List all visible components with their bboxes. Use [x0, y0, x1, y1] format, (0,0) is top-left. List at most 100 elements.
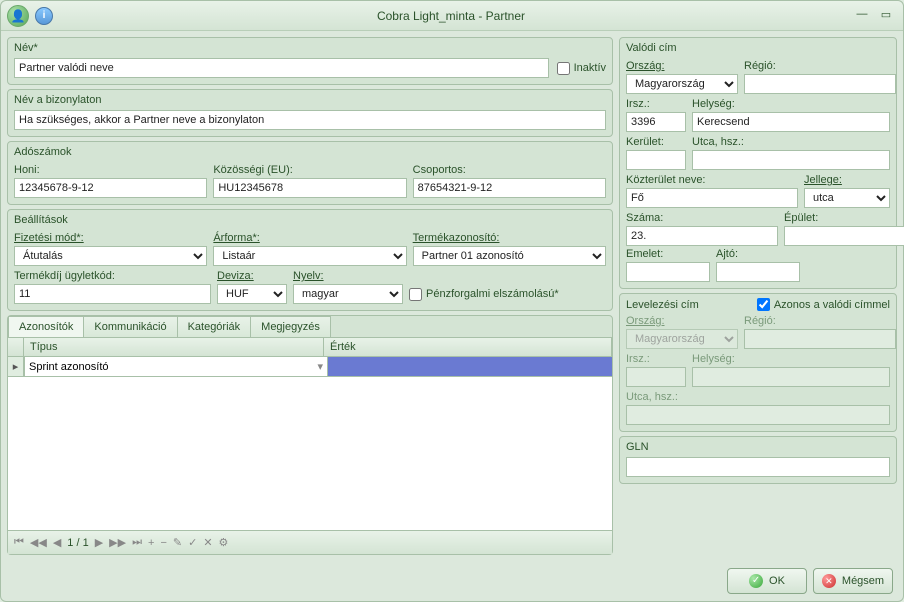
grid-header: Típus Érték: [8, 338, 612, 357]
window-title: Cobra Light_minta - Partner: [53, 9, 849, 23]
beallitasok-group-title: Beállítások: [14, 212, 606, 230]
termekdij-label: Termékdíj ügyletkód:: [14, 270, 211, 282]
dropdown-icon[interactable]: ▾: [317, 360, 323, 373]
titlebar: 👤 i Cobra Light_minta - Partner — ▭: [1, 1, 903, 31]
bizonylat-name-input[interactable]: [14, 110, 606, 130]
pager-add-icon[interactable]: +: [148, 537, 154, 549]
inactive-checkbox[interactable]: [557, 62, 570, 75]
name-group: Név* Inaktív: [7, 37, 613, 85]
pager-settings-icon[interactable]: ⚙: [219, 536, 229, 549]
utcahsz-input[interactable]: [692, 150, 890, 170]
lev-helyseg-input: [692, 367, 890, 387]
epulet-label: Épület:: [784, 212, 904, 224]
regio-label: Régió:: [744, 60, 896, 72]
info-icon[interactable]: i: [35, 7, 53, 25]
pager-prev-icon[interactable]: ◀: [53, 536, 61, 549]
valodi-cim-group: Valódi cím Ország: Magyarország Régió: I…: [619, 37, 897, 289]
ajto-label: Ajtó:: [716, 248, 800, 260]
pager-cancel-icon[interactable]: ✕: [203, 536, 212, 549]
maximize-button[interactable]: ▭: [875, 8, 897, 24]
tab-megjegyzes[interactable]: Megjegyzés: [251, 316, 331, 337]
inactive-checkbox-label[interactable]: Inaktív: [557, 62, 606, 75]
pager-remove-icon[interactable]: −: [160, 537, 166, 549]
penzforg-label: Pénzforgalmi elszámolású*: [426, 288, 559, 300]
ok-button[interactable]: OK: [727, 568, 807, 594]
lev-irsz-input: [626, 367, 686, 387]
lev-regio-input: [744, 329, 896, 349]
pager-last-icon[interactable]: ⏭: [132, 536, 142, 549]
helyseg-input[interactable]: [692, 112, 890, 132]
eu-label: Közösségi (EU):: [213, 164, 406, 176]
jellege-select[interactable]: utca: [804, 188, 890, 208]
nyelv-select[interactable]: magyar: [293, 284, 403, 304]
adoszam-group-title: Adószámok: [14, 144, 606, 162]
tab-azonositok[interactable]: Azonosítók: [8, 316, 84, 338]
arforma-label[interactable]: Árforma*:: [213, 232, 406, 244]
lev-helyseg-label: Helység:: [692, 353, 890, 365]
gln-input[interactable]: [626, 457, 890, 477]
orszag-label[interactable]: Ország:: [626, 60, 738, 72]
nyelv-label[interactable]: Nyelv:: [293, 270, 403, 282]
cancel-button[interactable]: Mégsem: [813, 568, 893, 594]
termekdij-input[interactable]: [14, 284, 211, 304]
termekaz-label[interactable]: Termékazonosító:: [413, 232, 606, 244]
deviza-select[interactable]: HUF: [217, 284, 287, 304]
kerulet-input[interactable]: [626, 150, 686, 170]
grid-cell-value[interactable]: [328, 357, 612, 377]
arforma-select[interactable]: Listaár: [213, 246, 406, 266]
pager-position: 1 / 1: [67, 537, 88, 549]
tab-kommunikacio[interactable]: Kommunikáció: [84, 316, 177, 337]
tabs-container: Azonosítók Kommunikáció Kategóriák Megje…: [7, 315, 613, 555]
irsz-label: Irsz.:: [626, 98, 686, 110]
tab-kategoriak[interactable]: Kategóriák: [178, 316, 252, 337]
minimize-button[interactable]: —: [851, 8, 873, 24]
azonos-checkbox[interactable]: [757, 298, 770, 311]
pager-check-icon[interactable]: ✓: [188, 536, 197, 549]
grid-col-value[interactable]: Érték: [324, 338, 612, 356]
eu-input[interactable]: [213, 178, 406, 198]
grid-row[interactable]: ▸ Sprint azonosító ▾: [8, 357, 612, 377]
fizmod-select[interactable]: Átutalás: [14, 246, 207, 266]
jellege-label[interactable]: Jellege:: [804, 174, 890, 186]
penzforg-checkbox-label[interactable]: Pénzforgalmi elszámolású*: [409, 288, 606, 301]
epulet-input[interactable]: [784, 226, 904, 246]
szama-input[interactable]: [626, 226, 778, 246]
szama-label: Száma:: [626, 212, 778, 224]
orszag-select[interactable]: Magyarország: [626, 74, 738, 94]
emelet-input[interactable]: [626, 262, 710, 282]
fizmod-label[interactable]: Fizetési mód*:: [14, 232, 207, 244]
levelezesi-cim-group: Levelezési cím Azonos a valódi címmel Or…: [619, 293, 897, 432]
penzforg-checkbox[interactable]: [409, 288, 422, 301]
kozterulet-label: Közterület neve:: [626, 174, 798, 186]
pager-next-icon[interactable]: ▶: [95, 536, 103, 549]
pager-first-icon[interactable]: ⏮: [14, 536, 24, 549]
utcahsz-label: Utca, hsz.:: [692, 136, 890, 148]
deviza-label[interactable]: Deviza:: [217, 270, 287, 282]
emelet-label: Emelet:: [626, 248, 710, 260]
kozterulet-input[interactable]: [626, 188, 798, 208]
levelezesi-cim-title: Levelezési cím: [626, 299, 751, 311]
inactive-label: Inaktív: [574, 62, 606, 74]
honi-input[interactable]: [14, 178, 207, 198]
grid-cell-type[interactable]: Sprint azonosító ▾: [24, 357, 328, 377]
cancel-label: Mégsem: [842, 575, 884, 587]
csoportos-input[interactable]: [413, 178, 606, 198]
grid-cell-type-text: Sprint azonosító: [29, 361, 109, 373]
partner-name-input[interactable]: [14, 58, 549, 78]
kerulet-label: Kerület:: [626, 136, 686, 148]
pager-prevpage-icon[interactable]: ◀◀: [30, 536, 47, 549]
row-indicator-icon: ▸: [8, 357, 24, 377]
pager-nextpage-icon[interactable]: ▶▶: [109, 536, 126, 549]
pager-edit-icon[interactable]: ✎: [173, 536, 182, 549]
azonos-label: Azonos a valódi címmel: [774, 299, 890, 311]
regio-input[interactable]: [744, 74, 896, 94]
ajto-input[interactable]: [716, 262, 800, 282]
ok-icon: [749, 574, 763, 588]
helyseg-label: Helység:: [692, 98, 890, 110]
ok-label: OK: [769, 575, 785, 587]
termekaz-select[interactable]: Partner 01 azonosító: [413, 246, 606, 266]
gln-group: GLN: [619, 436, 897, 484]
grid-col-type[interactable]: Típus: [24, 338, 324, 356]
irsz-input[interactable]: [626, 112, 686, 132]
azonos-checkbox-label[interactable]: Azonos a valódi címmel: [757, 298, 890, 311]
